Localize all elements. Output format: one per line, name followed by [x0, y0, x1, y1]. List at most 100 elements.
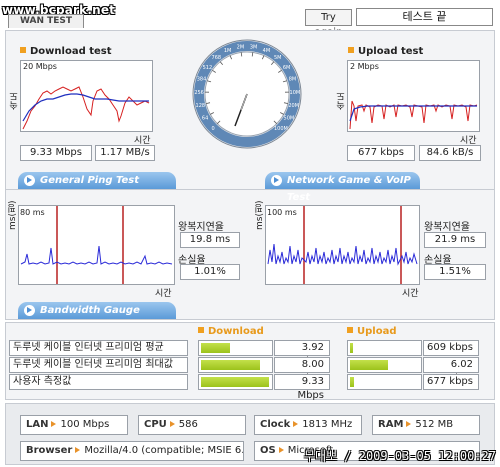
sys-ram-label: RAM	[378, 419, 404, 430]
game-ping-series	[267, 243, 418, 266]
status-text: 테스트 끝	[356, 8, 493, 26]
download-mbps: 9.33 Mbps	[20, 145, 92, 161]
game-ping-time-label: 시간	[402, 289, 419, 299]
speed-dial: 0 64 128 256 384 512 768 1M 2M 3M 4M 5M 6M 8M 10M 20M 50…	[191, 38, 303, 150]
sys-clock-value: 1813 MHz	[302, 419, 353, 430]
gauge-row-label: 두루넷 케이블 인터넷 프리미엄 평균	[9, 340, 188, 356]
gauge-upload-fill	[350, 360, 388, 370]
orange-triangle-icon	[406, 421, 412, 427]
sys-cpu-label: CPU	[144, 419, 167, 430]
bandwidth-gauge-band-label: Bandwidth Gauge	[40, 305, 140, 316]
speed-dial-svg: 0 64 128 256 384 512 7681M 2M 3M 4M5M6M 8M 10M 20M 50…	[192, 39, 302, 149]
download-title-text: Download test	[30, 46, 112, 57]
try-again-button[interactable]: Try again	[305, 9, 352, 38]
general-ping-rtt-value: 19.8 ms	[180, 232, 240, 248]
sys-lan-label: LAN	[26, 419, 49, 430]
ping-divider	[5, 189, 495, 190]
dial-tick-label: 384	[197, 77, 207, 83]
game-ping-graph-svg	[267, 206, 418, 284]
gauge-download-value: 8.00 Mbps	[274, 357, 330, 384]
bandwidth-gauge-band: Bandwidth Gauge	[18, 302, 176, 319]
gauge-download-fill	[201, 343, 230, 353]
dial-tick-label: 20M	[288, 103, 299, 109]
general-ping-time-label: 시간	[155, 289, 172, 299]
sys-cpu-value: 586	[178, 419, 198, 430]
download-red-series	[22, 86, 150, 130]
orange-square-icon	[20, 47, 26, 53]
dial-tick-label: 256	[194, 90, 204, 96]
orange-triangle-icon	[278, 447, 284, 453]
gauge-upload-track	[347, 340, 422, 356]
gauge-upload-header: Upload	[347, 326, 396, 337]
sys-lan-value: 100 Mbps	[60, 419, 110, 430]
general-ping-band-label: General Ping Test	[40, 175, 140, 186]
gauge-upload-header-text: Upload	[357, 326, 397, 337]
sys-ram-value: 512 MB	[415, 419, 454, 430]
gauge-download-value: 9.33 Mbps	[274, 374, 330, 401]
tab-wan-test[interactable]: WAN TEST	[8, 14, 84, 28]
dial-tick-label: 6M	[283, 65, 291, 71]
dial-tick-label: 64	[202, 115, 208, 121]
upload-red-series	[349, 100, 478, 130]
download-scale: 20 Mbps	[23, 62, 57, 71]
gauge-upload-value: 6.02 Mbps	[423, 357, 479, 384]
dial-tick-label: 512	[203, 65, 213, 71]
dial-tick-label: 8M	[289, 77, 297, 83]
sys-clock: Clock 1813 MHz	[254, 415, 362, 435]
game-ping-rtt-value: 21.9 ms	[424, 232, 486, 248]
general-ping-loss-value: 1.01%	[180, 264, 240, 280]
gauge-download-header-text: Download	[208, 326, 264, 337]
general-ping-scale: 80 ms	[20, 208, 45, 217]
game-ping-graph	[265, 205, 420, 285]
upload-scale: 2 Mbps	[350, 62, 379, 71]
gauge-download-fill	[201, 377, 269, 387]
gauge-upload-track	[347, 357, 422, 373]
game-ping-rtt-label: 왕복지연율	[424, 222, 470, 233]
download-title: Download test	[20, 46, 112, 57]
dial-tick-label: 4M	[263, 48, 271, 54]
gauge-upload-fill	[350, 343, 353, 353]
dial-tick-label: 2M	[237, 45, 245, 51]
game-ping-loss-value: 1.51%	[424, 264, 486, 280]
upload-graph-svg	[349, 100, 478, 130]
gauge-download-track	[198, 374, 273, 390]
sys-ram: RAM 512 MB	[372, 415, 480, 435]
gauge-upload-value: 609 kbps	[423, 340, 479, 356]
gauge-upload-fill	[350, 377, 354, 387]
game-ping-band: Network Game & VoIP Test	[265, 172, 420, 203]
orange-square-icon	[348, 47, 354, 53]
sys-browser: Browser Mozilla/4.0 (compatible; MSIE 6.0	[20, 441, 244, 461]
orange-triangle-icon	[75, 447, 81, 453]
dial-tick-label: 10M	[290, 90, 301, 96]
download-mbs: 1.17 MB/s	[95, 145, 155, 161]
upload-kbps: 677 kbps	[347, 145, 415, 161]
game-ping-scale: 100 ms	[267, 208, 297, 217]
gauge-row-label: 두루넷 케이블 인터넷 프리미엄 최대값	[9, 357, 188, 373]
sys-clock-label: Clock	[260, 419, 291, 430]
general-ping-band: General Ping Test	[18, 172, 176, 189]
gauge-download-header: Download	[198, 326, 264, 337]
upload-title-text: Upload test	[358, 46, 424, 57]
gauge-download-value: 3.92 Mbps	[274, 340, 330, 367]
gauge-download-fill	[201, 360, 260, 370]
dial-tick-label: 100M	[274, 126, 288, 132]
sys-lan: LAN 100 Mbps	[20, 415, 128, 435]
dial-tick-label: 768	[212, 55, 222, 61]
gauge-download-track	[198, 340, 273, 356]
gauge-download-track	[198, 357, 273, 373]
dial-tick-label: 1M	[224, 48, 232, 54]
arrow-circle-icon	[24, 175, 35, 186]
upload-kbs: 84.6 kB/s	[419, 145, 481, 161]
sys-browser-value: Mozilla/4.0 (compatible; MSIE 6.0	[84, 445, 244, 456]
watermark-bottom: 무대뽀 / 2009-03-05 12:00:27	[303, 449, 496, 463]
dial-tick-label: 128	[196, 103, 206, 109]
general-ping-graph	[18, 205, 175, 285]
dial-tick-label: 5M	[274, 55, 282, 61]
general-ping-rtt-label: 왕복지연율	[178, 222, 224, 233]
sys-browser-label: Browser	[26, 445, 73, 456]
orange-triangle-icon	[293, 421, 299, 427]
orange-square-icon	[198, 327, 204, 333]
arrow-circle-icon	[271, 175, 282, 186]
dial-tick-label: 3M	[250, 45, 258, 51]
orange-triangle-icon	[51, 421, 57, 427]
